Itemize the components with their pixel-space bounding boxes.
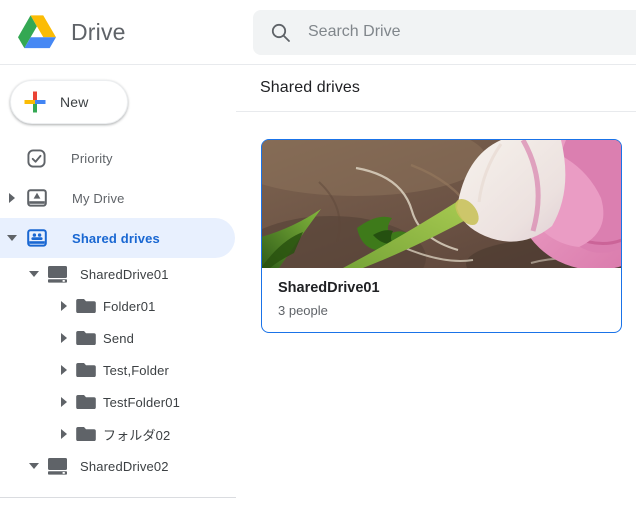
sidebar-item-label: Shared drives bbox=[72, 230, 160, 246]
search-input[interactable] bbox=[306, 22, 571, 42]
sidebar-item-shareddrive02[interactable]: SharedDrive02 bbox=[0, 450, 236, 482]
chevron-right-icon[interactable] bbox=[58, 397, 70, 407]
sidebar-item-shareddrive01[interactable]: SharedDrive01 bbox=[0, 258, 236, 290]
sidebar-item-label: Folder01 bbox=[103, 298, 156, 314]
card-member-count: 3 people bbox=[278, 303, 328, 318]
search-icon bbox=[271, 23, 290, 42]
sidebar-item-test-folder[interactable]: Test,Folder bbox=[0, 354, 236, 386]
content-header: Shared drives bbox=[236, 65, 636, 112]
chevron-right-icon[interactable] bbox=[58, 365, 70, 375]
sidebar-item-label: フォルダ02 bbox=[103, 427, 171, 443]
folder-icon bbox=[76, 426, 96, 442]
chevron-down-icon[interactable] bbox=[28, 463, 40, 469]
folder-icon bbox=[76, 330, 96, 346]
sidebar-item-folder02-jp[interactable]: フォルダ02 bbox=[0, 418, 236, 450]
folder-icon bbox=[76, 394, 96, 410]
chevron-right-icon[interactable] bbox=[58, 429, 70, 439]
chevron-down-icon[interactable] bbox=[28, 271, 40, 277]
chevron-down-icon[interactable] bbox=[6, 235, 18, 241]
folder-icon bbox=[76, 298, 96, 314]
new-button-label: New bbox=[60, 94, 89, 110]
sidebar-item-priority[interactable]: Priority bbox=[0, 138, 236, 178]
sidebar-nav: Priority My Drive Shared drives SharedDr… bbox=[0, 138, 236, 482]
app-header: Drive bbox=[0, 0, 636, 65]
sidebar-bottom-divider bbox=[0, 497, 236, 498]
sidebar-item-label: SharedDrive02 bbox=[80, 458, 169, 474]
priority-check-icon bbox=[27, 148, 46, 168]
shared-drives-icon bbox=[27, 229, 47, 247]
sidebar-item-label: SharedDrive01 bbox=[80, 266, 169, 282]
sidebar-item-shared-drives[interactable]: Shared drives bbox=[0, 218, 235, 258]
sidebar-item-my-drive[interactable]: My Drive bbox=[0, 178, 236, 218]
drive-logo[interactable]: Drive bbox=[0, 15, 253, 49]
shared-drive-card[interactable]: SharedDrive01 3 people bbox=[261, 139, 622, 333]
new-button[interactable]: New bbox=[10, 80, 128, 124]
sidebar-item-label: TestFolder01 bbox=[103, 394, 180, 410]
sidebar-item-label: My Drive bbox=[72, 190, 125, 206]
card-body: SharedDrive01 3 people bbox=[262, 268, 621, 332]
sidebar: New Priority My Drive Shared drives Shar… bbox=[0, 65, 236, 505]
app-name: Drive bbox=[71, 18, 126, 45]
card-title: SharedDrive01 bbox=[278, 280, 380, 296]
sidebar-item-label: Priority bbox=[71, 150, 113, 166]
chevron-right-icon[interactable] bbox=[6, 193, 18, 203]
main-content: Shared drives SharedDrive01 3 people bbox=[236, 65, 636, 505]
sidebar-item-folder01[interactable]: Folder01 bbox=[0, 290, 236, 322]
search-bar[interactable] bbox=[253, 9, 636, 55]
sidebar-item-send[interactable]: Send bbox=[0, 322, 236, 354]
hard-drive-icon bbox=[48, 265, 67, 283]
chevron-right-icon[interactable] bbox=[58, 301, 70, 311]
plus-icon bbox=[24, 91, 46, 113]
pink-tulip-photo bbox=[262, 140, 621, 268]
drive-triangle-icon bbox=[18, 15, 56, 49]
my-drive-icon bbox=[27, 189, 47, 207]
hard-drive-icon bbox=[48, 457, 67, 475]
page-title: Shared drives bbox=[260, 79, 361, 96]
sidebar-item-testfolder01[interactable]: TestFolder01 bbox=[0, 386, 236, 418]
sidebar-item-label: Send bbox=[103, 330, 134, 346]
chevron-right-icon[interactable] bbox=[58, 333, 70, 343]
folder-icon bbox=[76, 362, 96, 378]
sidebar-item-label: Test,Folder bbox=[103, 362, 169, 378]
